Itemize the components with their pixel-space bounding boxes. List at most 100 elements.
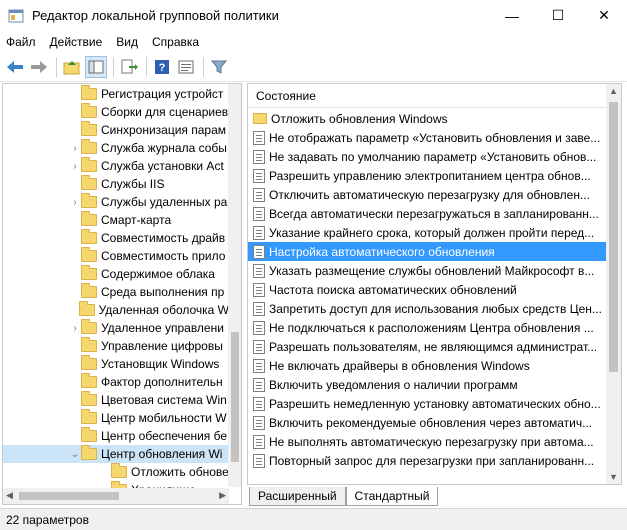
policy-setting-row[interactable]: Запретить доступ для использования любых… [248, 299, 608, 318]
policy-setting-row[interactable]: Частота поиска автоматических обновлений [248, 280, 608, 299]
policy-setting-row[interactable]: Не отображать параметр «Установить обнов… [248, 128, 608, 147]
tree-item[interactable]: Управление цифровы [3, 337, 229, 355]
policy-setting-label: Настройка автоматического обновления [269, 244, 495, 259]
settings-pane[interactable]: Состояние Отложить обновления Windows Не … [247, 83, 622, 485]
folder-icon [81, 121, 97, 136]
tree-item-label: Удаленная оболочка W [98, 303, 229, 317]
folder-icon [81, 157, 97, 172]
tree-item-label: Службы удаленных ра [101, 195, 228, 209]
tree-item[interactable]: Службы IIS [3, 175, 229, 193]
policy-setting-label: Не отображать параметр «Установить обнов… [269, 130, 601, 145]
tree-item[interactable]: Цветовая система Win [3, 391, 229, 409]
menu-file[interactable]: Файл [6, 35, 36, 49]
tree-item[interactable]: Совместимость драйв [3, 229, 229, 247]
expand-arrow-icon[interactable]: › [69, 143, 81, 154]
toolbar-separator [113, 56, 114, 77]
policy-setting-row[interactable]: Разрешить управлению электропитанием цен… [248, 166, 608, 185]
expand-arrow-icon[interactable]: › [69, 197, 81, 208]
export-icon[interactable] [118, 56, 140, 78]
scroll-left-arrow-icon[interactable]: ◀ [6, 490, 13, 501]
tree-item[interactable]: Центр мобильности W [3, 409, 229, 427]
up-folder-icon[interactable] [61, 56, 83, 78]
policy-setting-row[interactable]: Всегда автоматически перезагружаться в з… [248, 204, 608, 223]
maximize-button[interactable]: ☐ [535, 0, 581, 31]
policy-setting-row[interactable]: Указание крайнего срока, который должен … [248, 223, 608, 242]
filter-icon[interactable] [208, 56, 230, 78]
expand-arrow-icon[interactable]: › [69, 161, 81, 172]
policy-setting-label: Запретить доступ для использования любых… [269, 301, 602, 316]
folder-icon [81, 409, 97, 424]
policy-setting-row[interactable]: Настройка автоматического обновления [248, 242, 608, 261]
tree-item[interactable]: Установщик Windows [3, 355, 229, 373]
tree-horizontal-scrollbar[interactable]: ◀ ▶ [3, 488, 229, 504]
tree-item[interactable]: Содержимое облака [3, 265, 229, 283]
policy-setting-icon [253, 206, 265, 221]
policy-setting-row[interactable]: Указать размещение службы обновлений Май… [248, 261, 608, 280]
tree-item[interactable]: Сборки для сценариев [3, 103, 229, 121]
folder-icon [78, 301, 95, 316]
folder-icon [81, 373, 97, 388]
policy-setting-row[interactable]: Не задавать по умолчанию параметр «Устан… [248, 147, 608, 166]
policy-setting-label: Не задавать по умолчанию параметр «Устан… [269, 149, 597, 164]
policy-setting-row[interactable]: Разрешать пользователям, не являющимся а… [248, 337, 608, 356]
properties-icon[interactable] [175, 56, 197, 78]
policy-setting-icon [253, 339, 265, 354]
tree-item[interactable]: Удаленная оболочка W [3, 301, 229, 319]
tree-item-label: Совместимость драйв [101, 231, 226, 245]
help-icon[interactable]: ? [151, 56, 173, 78]
tree-item[interactable]: Совместимость прило [3, 247, 229, 265]
policy-setting-label: Не включать драйверы в обновления Window… [269, 358, 530, 373]
scroll-up-arrow-icon[interactable]: ▲ [609, 86, 618, 96]
tree-item[interactable]: › Служба установки Act [3, 157, 229, 175]
policy-setting-label: Включить уведомления о наличии программ [269, 377, 518, 392]
policy-setting-row[interactable]: Не выполнять автоматическую перезагрузку… [248, 432, 608, 451]
tree-item[interactable]: Смарт-карта [3, 211, 229, 229]
scroll-right-arrow-icon[interactable]: ▶ [219, 490, 226, 501]
forward-icon[interactable] [28, 56, 50, 78]
tree-item[interactable]: › Службы удаленных ра [3, 193, 229, 211]
scrollbar-thumb[interactable] [231, 332, 239, 462]
minimize-button[interactable]: — [489, 0, 535, 31]
tree-item-label: Управление цифровы [101, 339, 223, 353]
tree-item[interactable]: Центр обеспечения бе [3, 427, 229, 445]
tree-item[interactable]: Фактор дополнительн [3, 373, 229, 391]
policy-setting-row[interactable]: Повторный запрос для перезагрузки при за… [248, 451, 608, 470]
tree-item-label: Отложить обнове [131, 465, 229, 479]
tree-item[interactable]: Синхронизация парам [3, 121, 229, 139]
column-header-state[interactable]: Состояние [248, 84, 608, 108]
tree-item[interactable]: Среда выполнения пр [3, 283, 229, 301]
policy-setting-row[interactable]: Отложить обновления Windows [248, 109, 608, 128]
tree-item[interactable]: Отложить обнове [3, 463, 229, 481]
folder-icon [81, 211, 97, 226]
tab-extended[interactable]: Расширенный [249, 487, 346, 506]
scroll-down-arrow-icon[interactable]: ▼ [609, 472, 618, 482]
tree-item[interactable]: › Удаленное управлени [3, 319, 229, 337]
svg-text:?: ? [159, 62, 166, 74]
folder-icon [81, 85, 97, 100]
expand-arrow-icon[interactable]: › [69, 323, 81, 334]
expanded-arrow-icon[interactable]: ⌄ [69, 449, 81, 460]
tree-item[interactable]: ⌄ Центр обновления Wi [3, 445, 229, 463]
tree-item[interactable]: Регистрация устройст [3, 85, 229, 103]
tree-vertical-scrollbar[interactable] [228, 84, 241, 487]
policy-setting-row[interactable]: Включить рекомендуемые обновления через … [248, 413, 608, 432]
menu-help[interactable]: Справка [152, 35, 199, 49]
show-tree-icon[interactable] [85, 55, 107, 78]
tab-standard[interactable]: Стандартный [345, 487, 439, 506]
list-vertical-scrollbar[interactable]: ▲ ▼ [606, 84, 621, 484]
scrollbar-thumb[interactable] [609, 102, 618, 372]
tree-pane[interactable]: Регистрация устройст Сборки для сценариев… [2, 83, 242, 505]
close-button[interactable]: ✕ [581, 0, 627, 31]
policy-setting-row[interactable]: Не подключаться к расположениям Центра о… [248, 318, 608, 337]
policy-setting-row[interactable]: Разрешить немедленную установку автомати… [248, 394, 608, 413]
menu-view[interactable]: Вид [116, 35, 138, 49]
tree-item-label: Совместимость прило [101, 249, 226, 263]
folder-icon [81, 193, 97, 208]
menu-action[interactable]: Действие [50, 35, 103, 49]
policy-setting-row[interactable]: Отключить автоматическую перезагрузку дл… [248, 185, 608, 204]
back-icon[interactable] [4, 56, 26, 78]
scrollbar-thumb[interactable] [19, 492, 119, 500]
policy-setting-row[interactable]: Не включать драйверы в обновления Window… [248, 356, 608, 375]
tree-item[interactable]: › Служба журнала собы [3, 139, 229, 157]
policy-setting-row[interactable]: Включить уведомления о наличии программ [248, 375, 608, 394]
